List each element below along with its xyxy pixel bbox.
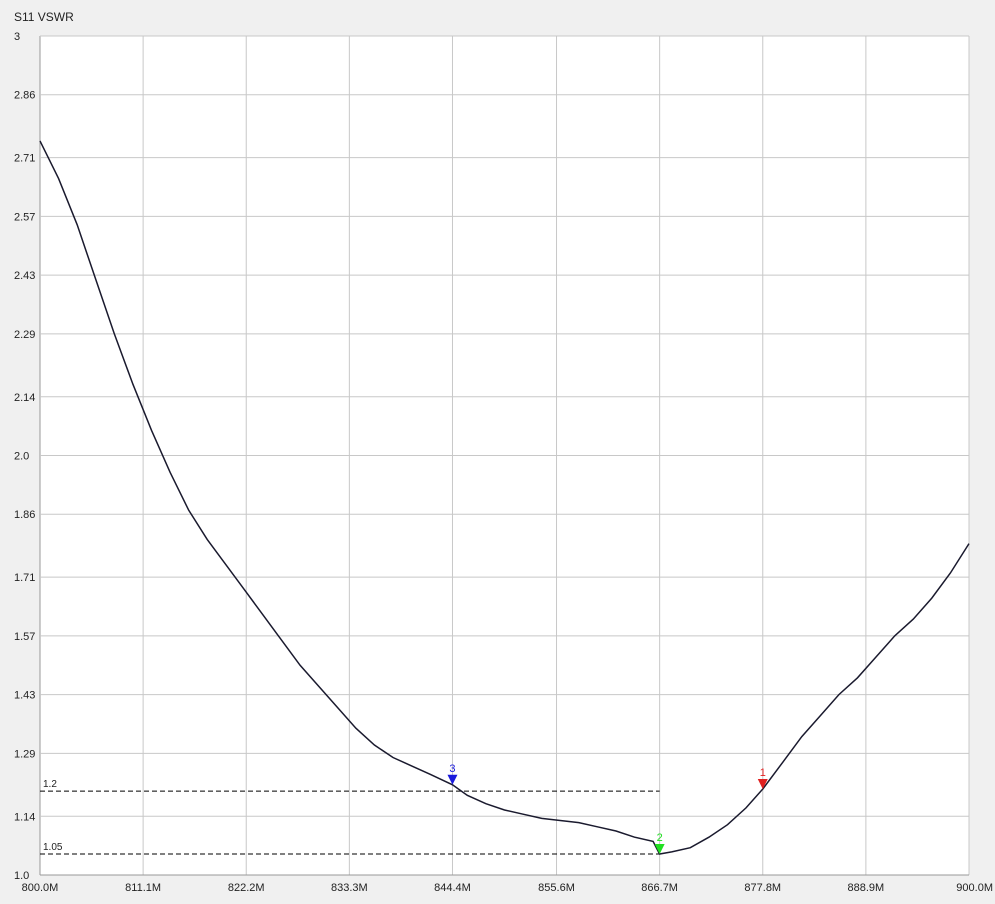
x-tick-label: 844.4M [434,882,471,894]
x-tick-label: 877.8M [744,882,781,894]
y-tick-label: 2.14 [14,392,35,404]
x-tick-label: 900.0M [956,882,993,894]
marker-3-label: 3 [449,763,455,775]
x-axis-ticks: 800.0M 811.1M 822.2M 833.3M 844.4M 855.6M 866.… [22,882,993,894]
y-tick-label: 2.29 [14,329,35,341]
y-tick-label: 3 [14,31,20,43]
y-tick-label: 2.86 [14,90,35,102]
y-tick-label: 2.71 [14,153,35,165]
x-tick-label: 833.3M [331,882,368,894]
y-tick-label: 2.0 [14,451,29,463]
marker-2-label: 2 [657,832,663,844]
vswr-chart: 1.2 1.05 1 2 3 1.0 1.14 1.29 1.43 1.57 1.71 1.86 2… [0,0,995,904]
x-tick-label: 888.9M [848,882,885,894]
x-tick-label: 822.2M [228,882,265,894]
y-axis-ticks: 1.0 1.14 1.29 1.43 1.57 1.71 1.86 2.0 2.14 2.29 2.… [14,31,35,882]
x-tick-label: 855.6M [538,882,575,894]
x-tick-label: 800.0M [22,882,59,894]
reference-line-label: 1.2 [43,779,57,790]
x-tick-label: 866.7M [641,882,678,894]
marker-1-label: 1 [760,767,766,779]
y-tick-label: 1.43 [14,690,35,702]
y-tick-label: 1.29 [14,748,35,760]
chart-title: S11 VSWR [14,10,74,24]
reference-line-label: 1.05 [43,842,63,853]
y-tick-label: 1.71 [14,572,35,584]
y-tick-label: 1.57 [14,631,35,643]
x-tick-label: 811.1M [125,882,161,894]
y-tick-label: 2.57 [14,211,35,223]
y-tick-label: 2.43 [14,270,35,282]
vswr-plot: 1.2 1.05 1 2 3 1.0 1.14 1.29 1.43 1.57 1.71 1.86 2… [14,10,993,894]
y-tick-label: 1.14 [14,811,35,823]
y-tick-label: 1.86 [14,509,35,521]
y-tick-label: 1.0 [14,870,29,882]
